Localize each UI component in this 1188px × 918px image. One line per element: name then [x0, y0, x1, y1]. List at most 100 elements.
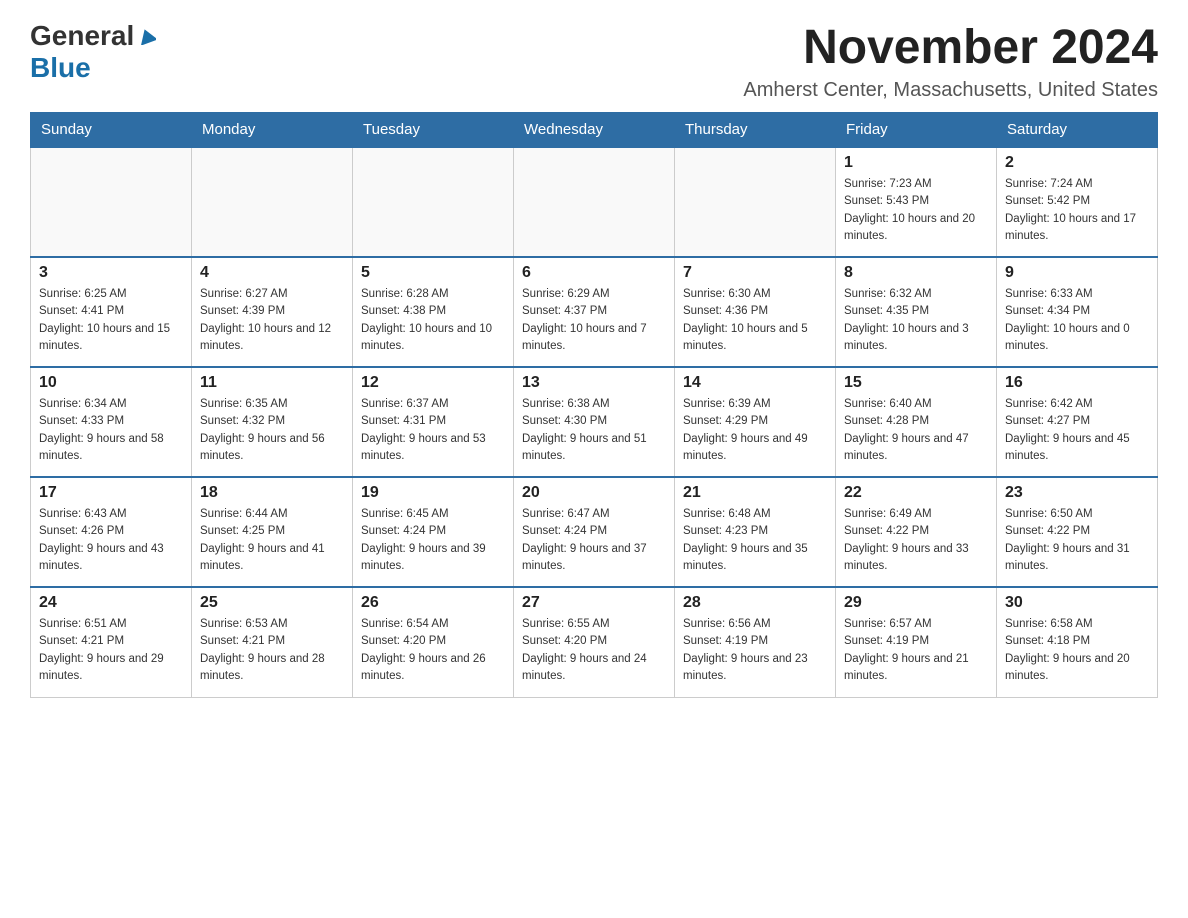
day-number: 3	[39, 264, 183, 282]
calendar-week-row: 17 Sunrise: 6:43 AM Sunset: 4:26 PM Dayli…	[31, 477, 1158, 587]
calendar-cell	[192, 147, 353, 257]
title-area: November 2024 Amherst Center, Massachuse…	[743, 20, 1158, 102]
day-number: 6	[522, 264, 666, 282]
calendar-cell: 11 Sunrise: 6:35 AM Sunset: 4:32 PM Dayli…	[192, 367, 353, 477]
col-monday: Monday	[192, 113, 353, 148]
calendar-cell: 1 Sunrise: 7:23 AM Sunset: 5:43 PM Daylig…	[836, 147, 997, 257]
day-info: Sunrise: 6:49 AM Sunset: 4:22 PM Dayligh…	[844, 506, 988, 575]
day-number: 19	[361, 484, 505, 502]
day-info: Sunrise: 6:54 AM Sunset: 4:20 PM Dayligh…	[361, 616, 505, 685]
calendar-cell: 20 Sunrise: 6:47 AM Sunset: 4:24 PM Dayli…	[514, 477, 675, 587]
calendar-cell: 6Sunrise: 6:29 AM Sunset: 4:37 PM Daylig…	[514, 257, 675, 367]
day-number: 25	[200, 594, 344, 612]
day-info: Sunrise: 7:24 AM Sunset: 5:42 PM Dayligh…	[1005, 176, 1149, 245]
calendar-cell: 25 Sunrise: 6:53 AM Sunset: 4:21 PM Dayli…	[192, 587, 353, 697]
calendar-cell: 21 Sunrise: 6:48 AM Sunset: 4:23 PM Dayli…	[675, 477, 836, 587]
day-number: 23	[1005, 484, 1149, 502]
calendar-cell: 9 Sunrise: 6:33 AM Sunset: 4:34 PM Daylig…	[997, 257, 1158, 367]
day-info: Sunrise: 6:35 AM Sunset: 4:32 PM Dayligh…	[200, 396, 344, 465]
col-wednesday: Wednesday	[514, 113, 675, 148]
day-info: Sunrise: 6:32 AM Sunset: 4:35 PM Dayligh…	[844, 286, 988, 355]
day-number: 20	[522, 484, 666, 502]
calendar-cell: 30 Sunrise: 6:58 AM Sunset: 4:18 PM Dayli…	[997, 587, 1158, 697]
day-info: Sunrise: 6:42 AM Sunset: 4:27 PM Dayligh…	[1005, 396, 1149, 465]
day-number: 8	[844, 264, 988, 282]
day-info: Sunrise: 6:44 AM Sunset: 4:25 PM Dayligh…	[200, 506, 344, 575]
calendar-cell: 10Sunrise: 6:34 AM Sunset: 4:33 PM Dayli…	[31, 367, 192, 477]
day-info: Sunrise: 6:43 AM Sunset: 4:26 PM Dayligh…	[39, 506, 183, 575]
day-info: Sunrise: 6:40 AM Sunset: 4:28 PM Dayligh…	[844, 396, 988, 465]
day-number: 24	[39, 594, 183, 612]
calendar-table: Sunday Monday Tuesday Wednesday Thursday…	[30, 112, 1158, 698]
calendar-cell: 15 Sunrise: 6:40 AM Sunset: 4:28 PM Dayli…	[836, 367, 997, 477]
day-number: 28	[683, 594, 827, 612]
day-info: Sunrise: 6:53 AM Sunset: 4:21 PM Dayligh…	[200, 616, 344, 685]
day-number: 21	[683, 484, 827, 502]
day-number: 26	[361, 594, 505, 612]
day-info: Sunrise: 6:33 AM Sunset: 4:34 PM Dayligh…	[1005, 286, 1149, 355]
day-number: 17	[39, 484, 183, 502]
day-info: Sunrise: 6:39 AM Sunset: 4:29 PM Dayligh…	[683, 396, 827, 465]
day-number: 29	[844, 594, 988, 612]
day-info: Sunrise: 6:45 AM Sunset: 4:24 PM Dayligh…	[361, 506, 505, 575]
col-friday: Friday	[836, 113, 997, 148]
day-number: 13	[522, 374, 666, 392]
calendar-cell: 5 Sunrise: 6:28 AM Sunset: 4:38 PM Daylig…	[353, 257, 514, 367]
calendar-cell: 7 Sunrise: 6:30 AM Sunset: 4:36 PM Daylig…	[675, 257, 836, 367]
page-header: General Blue November 2024 Amherst Cente…	[30, 20, 1158, 102]
day-info: Sunrise: 6:56 AM Sunset: 4:19 PM Dayligh…	[683, 616, 827, 685]
col-thursday: Thursday	[675, 113, 836, 148]
calendar-cell	[31, 147, 192, 257]
day-info: Sunrise: 6:34 AM Sunset: 4:33 PM Dayligh…	[39, 396, 183, 465]
day-number: 18	[200, 484, 344, 502]
calendar-cell	[514, 147, 675, 257]
day-info: Sunrise: 6:58 AM Sunset: 4:18 PM Dayligh…	[1005, 616, 1149, 685]
col-saturday: Saturday	[997, 113, 1158, 148]
day-number: 30	[1005, 594, 1149, 612]
day-number: 5	[361, 264, 505, 282]
day-number: 22	[844, 484, 988, 502]
day-number: 27	[522, 594, 666, 612]
calendar-cell: 29Sunrise: 6:57 AM Sunset: 4:19 PM Dayli…	[836, 587, 997, 697]
calendar-cell: 16 Sunrise: 6:42 AM Sunset: 4:27 PM Dayli…	[997, 367, 1158, 477]
calendar-cell	[353, 147, 514, 257]
calendar-week-row: 3Sunrise: 6:25 AM Sunset: 4:41 PM Daylig…	[31, 257, 1158, 367]
day-number: 2	[1005, 154, 1149, 172]
day-number: 1	[844, 154, 988, 172]
logo-triangle-icon	[138, 27, 156, 50]
day-number: 9	[1005, 264, 1149, 282]
day-info: Sunrise: 6:30 AM Sunset: 4:36 PM Dayligh…	[683, 286, 827, 355]
day-number: 4	[200, 264, 344, 282]
calendar-cell: 28 Sunrise: 6:56 AM Sunset: 4:19 PM Dayli…	[675, 587, 836, 697]
calendar-cell	[675, 147, 836, 257]
day-info: Sunrise: 6:50 AM Sunset: 4:22 PM Dayligh…	[1005, 506, 1149, 575]
calendar-cell: 17 Sunrise: 6:43 AM Sunset: 4:26 PM Dayli…	[31, 477, 192, 587]
day-number: 16	[1005, 374, 1149, 392]
col-sunday: Sunday	[31, 113, 192, 148]
day-info: Sunrise: 6:37 AM Sunset: 4:31 PM Dayligh…	[361, 396, 505, 465]
day-number: 14	[683, 374, 827, 392]
col-tuesday: Tuesday	[353, 113, 514, 148]
calendar-cell: 19 Sunrise: 6:45 AM Sunset: 4:24 PM Dayli…	[353, 477, 514, 587]
day-number: 12	[361, 374, 505, 392]
calendar-cell: 2 Sunrise: 7:24 AM Sunset: 5:42 PM Daylig…	[997, 147, 1158, 257]
day-number: 11	[200, 374, 344, 392]
day-info: Sunrise: 6:28 AM Sunset: 4:38 PM Dayligh…	[361, 286, 505, 355]
day-info: Sunrise: 6:48 AM Sunset: 4:23 PM Dayligh…	[683, 506, 827, 575]
calendar-cell: 26 Sunrise: 6:54 AM Sunset: 4:20 PM Dayli…	[353, 587, 514, 697]
calendar-cell: 24 Sunrise: 6:51 AM Sunset: 4:21 PM Dayli…	[31, 587, 192, 697]
day-info: Sunrise: 7:23 AM Sunset: 5:43 PM Dayligh…	[844, 176, 988, 245]
month-title: November 2024	[743, 20, 1158, 75]
calendar-cell: 23 Sunrise: 6:50 AM Sunset: 4:22 PM Dayli…	[997, 477, 1158, 587]
day-number: 7	[683, 264, 827, 282]
day-info: Sunrise: 6:47 AM Sunset: 4:24 PM Dayligh…	[522, 506, 666, 575]
calendar-cell: 12 Sunrise: 6:37 AM Sunset: 4:31 PM Dayli…	[353, 367, 514, 477]
logo-general-text: General	[30, 20, 134, 52]
calendar-cell: 27 Sunrise: 6:55 AM Sunset: 4:20 PM Dayli…	[514, 587, 675, 697]
day-info: Sunrise: 6:51 AM Sunset: 4:21 PM Dayligh…	[39, 616, 183, 685]
day-info: Sunrise: 6:55 AM Sunset: 4:20 PM Dayligh…	[522, 616, 666, 685]
logo: General Blue	[30, 20, 156, 84]
logo-blue-text: Blue	[30, 52, 91, 83]
day-info: Sunrise: 6:38 AM Sunset: 4:30 PM Dayligh…	[522, 396, 666, 465]
day-number: 15	[844, 374, 988, 392]
